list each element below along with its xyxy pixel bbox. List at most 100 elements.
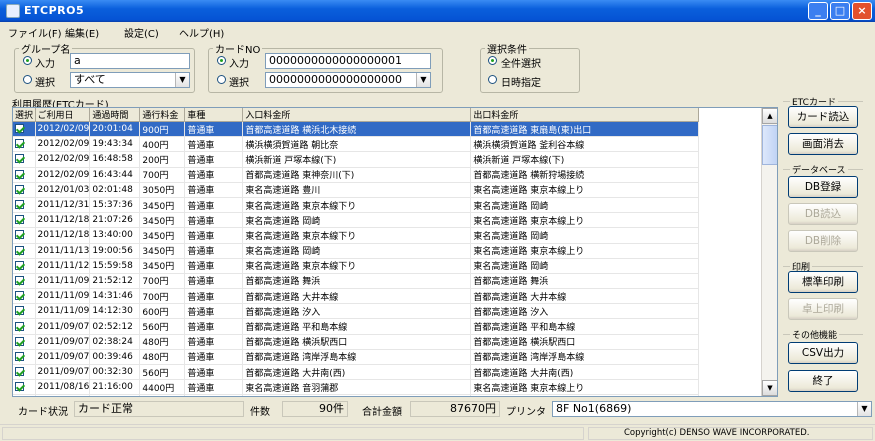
row-select-cell[interactable] xyxy=(13,303,36,320)
row-select-cell[interactable] xyxy=(13,258,36,274)
table-row[interactable]: 2011/11/09 21:52:12 700円 普通車 首都高速道路 舞浜 首都高速道路… xyxy=(13,273,700,290)
column-header[interactable]: 出口料金所 xyxy=(470,108,700,122)
row-select-cell[interactable] xyxy=(13,151,36,168)
title-bar[interactable]: ETCPRO5 _ □ × xyxy=(0,0,875,22)
row-checkbox[interactable] xyxy=(15,260,24,270)
scroll-down-icon[interactable]: ▼ xyxy=(762,380,777,396)
history-table[interactable]: 選択 ご利用日 通過時間 通行料金 車種 入口料金所 出口料金所 2012/02/09 20:… xyxy=(12,107,778,397)
minimize-button[interactable]: _ xyxy=(808,2,828,20)
menu-help[interactable]: ヘルプ(H) xyxy=(179,25,224,40)
row-select-cell[interactable] xyxy=(13,197,36,214)
row-checkbox[interactable] xyxy=(15,275,24,285)
row-select-cell[interactable] xyxy=(13,227,36,244)
group-name-select[interactable]: すべて ▼ xyxy=(70,72,190,88)
chevron-down-icon[interactable]: ▼ xyxy=(416,73,430,87)
filter-date-radio[interactable] xyxy=(488,75,497,84)
row-select-cell[interactable] xyxy=(13,334,36,350)
row-checkbox[interactable] xyxy=(15,215,24,225)
row-checkbox[interactable] xyxy=(15,200,24,210)
standard-print-button[interactable]: 標準印刷 xyxy=(788,271,858,293)
card-no-input[interactable]: 0000000000000000001 xyxy=(265,53,431,69)
row-select-cell[interactable] xyxy=(13,349,36,366)
db-load-button[interactable]: DB読込 xyxy=(788,203,858,225)
row-select-cell[interactable] xyxy=(13,167,36,183)
row-select-cell[interactable] xyxy=(13,243,36,259)
column-header[interactable]: 選択 xyxy=(13,108,36,122)
printer-select[interactable]: 8F No1(6869) ▼ xyxy=(552,401,872,417)
table-row[interactable]: 2011/11/12 15:59:58 3450円 普通車 東名高速道路 東京本線下り東… xyxy=(13,258,700,274)
row-select-cell[interactable] xyxy=(13,318,36,335)
table-row[interactable]: 2011/09/07 00:39:46 480円 普通車 首都高速道路 湾岸浮島本線 首都… xyxy=(13,349,700,366)
group-select-radio[interactable] xyxy=(23,75,32,84)
row-select-cell[interactable] xyxy=(13,273,36,290)
row-checkbox[interactable] xyxy=(15,336,24,346)
card-select-radio[interactable] xyxy=(217,75,226,84)
row-checkbox[interactable] xyxy=(15,184,24,194)
card-input-radio[interactable] xyxy=(217,56,226,65)
chevron-down-icon[interactable]: ▼ xyxy=(857,402,871,416)
table-row[interactable]: 2012/02/09 16:43:44 700円 普通車 首都高速道路 東神奈川(下) 首… xyxy=(13,167,700,183)
group-input-radio[interactable] xyxy=(23,56,32,65)
table-row[interactable]: 2011/11/13 19:00:56 3450円 普通車 東名高速道路 岡崎 東名高速道… xyxy=(13,243,700,259)
row-checkbox[interactable] xyxy=(15,124,24,134)
row-select-cell[interactable] xyxy=(13,182,36,198)
column-header[interactable]: 入口料金所 xyxy=(242,108,472,122)
maximize-button[interactable]: □ xyxy=(830,2,850,20)
row-checkbox[interactable] xyxy=(15,351,24,361)
table-row[interactable]: 2011/08/16 21:16:00 4400円 普通車 東名高速道路 音羽蒲郡 東名高… xyxy=(13,379,700,396)
desk-print-button[interactable]: 卓上印刷 xyxy=(788,298,858,320)
menu-edit[interactable]: 編集(E) xyxy=(65,25,99,40)
row-checkbox[interactable] xyxy=(15,382,24,392)
row-checkbox[interactable] xyxy=(15,306,24,316)
row-select-cell[interactable] xyxy=(13,288,36,305)
table-row[interactable]: 2011/12/18 13:40:00 3450円 普通車 東名高速道路 東京本線下り東… xyxy=(13,227,700,244)
table-row[interactable]: 2011/11/09 14:31:46 700円 普通車 首都高速道路 大井本線 首都高速… xyxy=(13,288,700,305)
row-select-cell[interactable] xyxy=(13,212,36,229)
group-name-input[interactable]: a xyxy=(70,53,190,69)
exit-button[interactable]: 終了 xyxy=(788,370,858,392)
row-checkbox[interactable] xyxy=(15,230,24,240)
row-select-cell[interactable] xyxy=(13,121,36,138)
read-card-button[interactable]: カード読込 xyxy=(788,106,858,128)
card-no-select[interactable]: 0000000000000000000 ▼ xyxy=(265,72,431,88)
row-checkbox[interactable] xyxy=(15,245,24,255)
row-select-cell[interactable] xyxy=(13,364,36,381)
row-checkbox[interactable] xyxy=(15,321,24,331)
vertical-scrollbar[interactable]: ▲ ▼ xyxy=(761,108,777,396)
row-select-cell[interactable] xyxy=(13,394,36,396)
table-row[interactable]: 2011/12/18 21:07:26 3450円 普通車 東名高速道路 岡崎 東名高速道… xyxy=(13,212,700,229)
table-row[interactable]: 2012/02/09 16:48:58 200円 普通車 横浜新道 戸塚本線(下) 横浜新… xyxy=(13,151,700,168)
table-row[interactable]: 2011/08/1501:38:523250円普通車東名高速道路 東京本線下り東… xyxy=(13,394,700,396)
row-checkbox[interactable] xyxy=(15,169,24,179)
db-register-button[interactable]: DB登録 xyxy=(788,176,858,198)
row-checkbox[interactable] xyxy=(15,154,24,164)
clear-screen-button[interactable]: 画面消去 xyxy=(788,133,858,155)
table-cell: 3450円 xyxy=(139,243,186,259)
table-row[interactable]: 2012/02/09 19:43:34 400円 普通車 横浜横須賀道路 朝比奈 横浜横須… xyxy=(13,136,700,153)
table-row[interactable]: 2011/09/07 02:52:12 560円 普通車 首都高速道路 平和島本線 首都高… xyxy=(13,318,700,335)
close-button[interactable]: × xyxy=(852,2,872,20)
column-header[interactable]: 車種 xyxy=(184,108,244,122)
row-checkbox[interactable] xyxy=(15,367,24,377)
table-row[interactable]: 2011/11/09 14:12:30 600円 普通車 首都高速道路 汐入 首都高速道路… xyxy=(13,303,700,320)
table-row[interactable]: 2011/12/31 15:37:36 3450円 普通車 東名高速道路 東京本線下り東… xyxy=(13,197,700,214)
column-header[interactable]: ご利用日 xyxy=(35,108,91,122)
table-row[interactable]: 2012/01/03 02:01:48 3050円 普通車 東名高速道路 豊川 東名高速道… xyxy=(13,182,700,198)
chevron-down-icon[interactable]: ▼ xyxy=(175,73,189,87)
scroll-thumb[interactable] xyxy=(762,125,777,165)
scroll-up-icon[interactable]: ▲ xyxy=(762,108,777,124)
csv-export-button[interactable]: CSV出力 xyxy=(788,342,858,364)
row-select-cell[interactable] xyxy=(13,136,36,153)
table-row[interactable]: 2011/09/07 02:38:24 480円 普通車 首都高速道路 横浜駅西口 首都高… xyxy=(13,334,700,350)
menu-settings[interactable]: 設定(C) xyxy=(124,25,159,40)
column-header[interactable]: 通過時間 xyxy=(89,108,141,122)
filter-all-radio[interactable] xyxy=(488,56,497,65)
table-row[interactable]: 2011/09/07 00:32:30 560円 普通車 首都高速道路 大井南(西) 首都… xyxy=(13,364,700,381)
table-row[interactable]: 2012/02/09 20:01:04 900円 普通車 首都高速道路 横浜北木接続 首都… xyxy=(13,121,700,138)
row-checkbox[interactable] xyxy=(15,139,24,149)
db-delete-button[interactable]: DB削除 xyxy=(788,230,858,252)
row-select-cell[interactable] xyxy=(13,379,36,396)
menu-file[interactable]: ファイル(F) xyxy=(8,25,62,40)
column-header[interactable]: 通行料金 xyxy=(139,108,186,122)
row-checkbox[interactable] xyxy=(15,291,24,301)
